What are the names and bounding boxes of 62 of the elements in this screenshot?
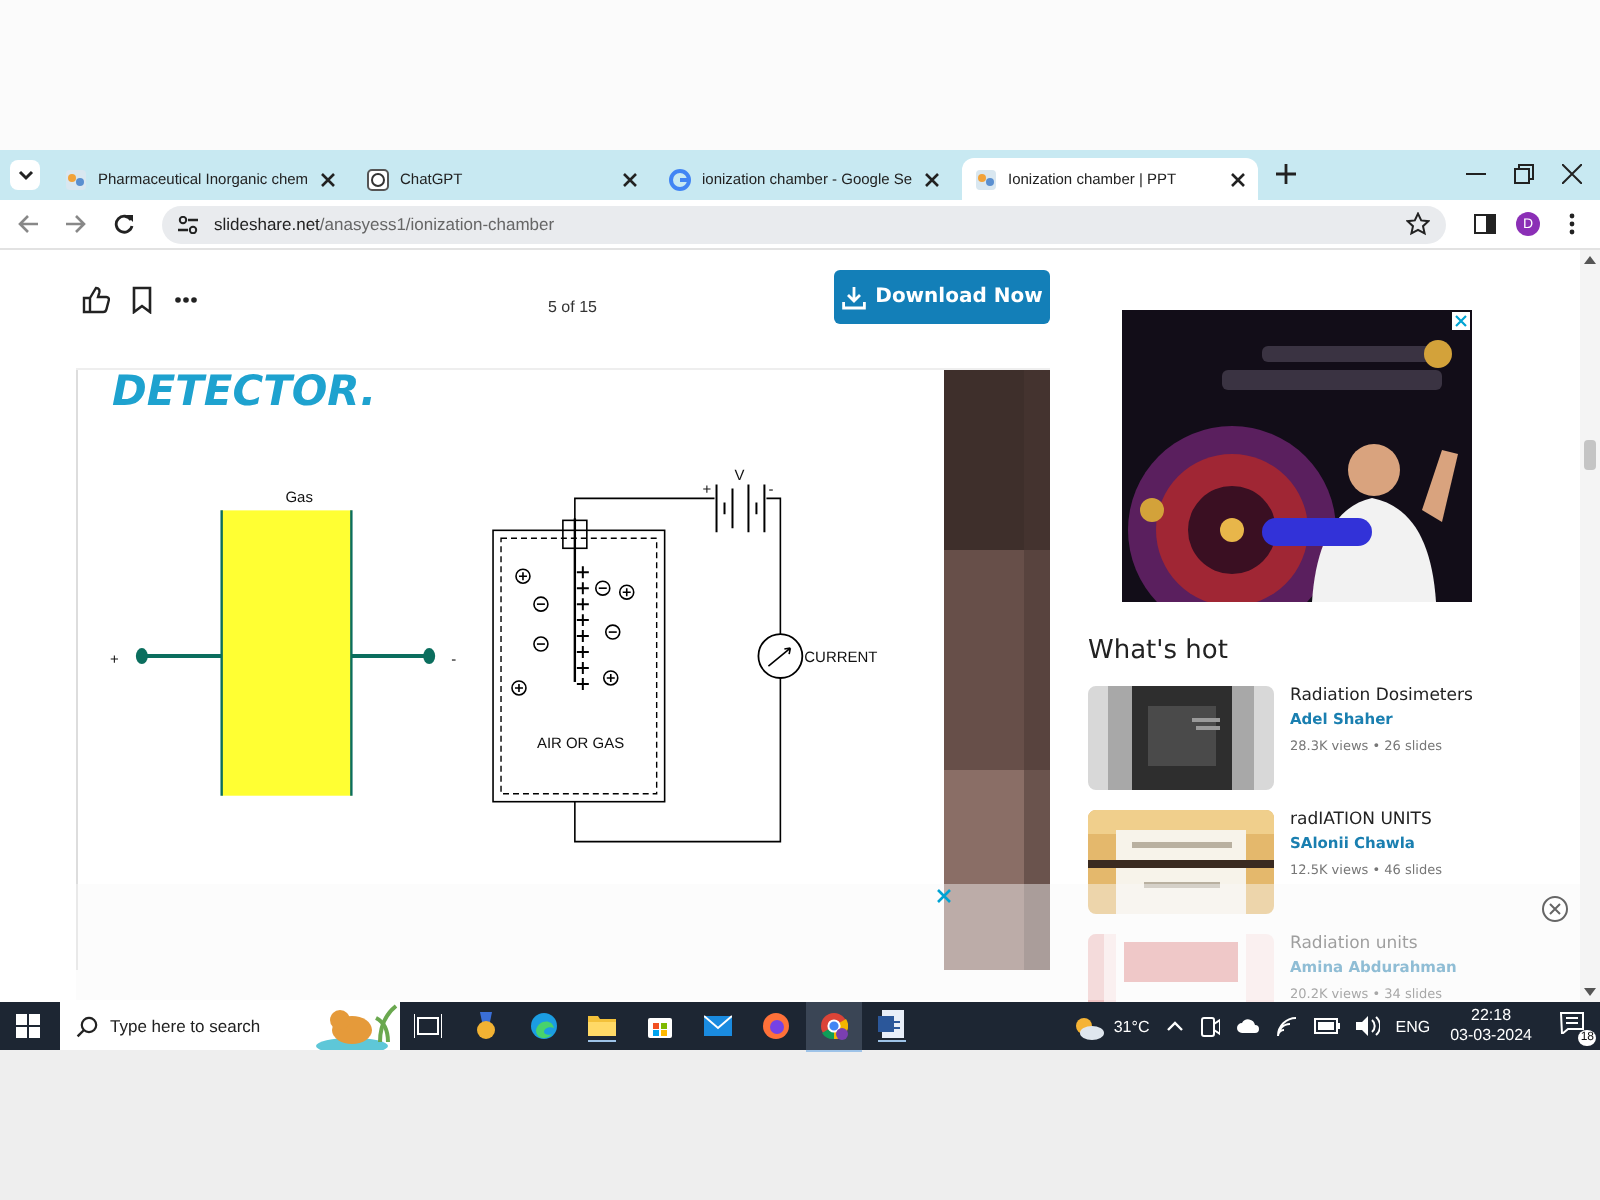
chrome-icon[interactable] <box>806 1001 862 1051</box>
weather-icon[interactable] <box>1071 1013 1104 1039</box>
restore-icon[interactable] <box>1514 164 1534 184</box>
clock-time[interactable]: 22:18 <box>1471 1006 1512 1026</box>
close-icon[interactable] <box>1230 171 1246 187</box>
download-button[interactable]: Download Now <box>834 270 1050 324</box>
side-panel-icon[interactable] <box>1474 214 1496 234</box>
forward-icon[interactable] <box>66 214 86 234</box>
url-path: /anasyess1/ionization-chamber <box>319 214 555 234</box>
close-icon[interactable] <box>924 171 940 187</box>
slide-heading: DETECTOR. <box>111 370 377 415</box>
site-icon <box>974 167 998 191</box>
back-icon[interactable] <box>18 214 38 234</box>
medal-icon[interactable] <box>472 1012 500 1040</box>
folder-icon[interactable] <box>588 1010 616 1042</box>
search-icon <box>76 1015 98 1037</box>
reload-icon[interactable] <box>114 214 134 234</box>
address-bar[interactable]: slideshare.net/anasyess1/ionization-chamber <box>162 205 1446 243</box>
site-settings-icon[interactable] <box>178 215 198 233</box>
tab-list-button[interactable] <box>10 160 40 190</box>
menu-icon[interactable] <box>1568 212 1576 236</box>
meter-drawing <box>757 633 804 679</box>
section-heading: What's hot <box>1088 636 1230 666</box>
star-icon[interactable] <box>1406 212 1430 236</box>
scroll-up-icon[interactable] <box>1584 256 1596 264</box>
caret-icon <box>17 169 33 181</box>
download-icon <box>841 285 866 309</box>
battery-icon[interactable] <box>1313 1018 1340 1034</box>
close-icon[interactable] <box>1562 164 1582 184</box>
presentation-title[interactable]: Radiation Dosimeters <box>1290 686 1473 706</box>
close-icon[interactable] <box>320 171 336 187</box>
search-bar[interactable]: Type here to search <box>60 1002 400 1050</box>
notification-icon <box>1560 1012 1584 1034</box>
temperature-text: 31°C <box>1113 1017 1150 1035</box>
thumbs-up-icon[interactable] <box>82 285 110 313</box>
browser-icon[interactable] <box>530 1012 558 1040</box>
close-icon[interactable] <box>622 171 638 187</box>
page-indicator: 5 of 15 <box>548 297 597 315</box>
scroll-down-icon[interactable] <box>1584 988 1596 996</box>
clock-date[interactable]: 03-03-2024 <box>1450 1026 1532 1046</box>
more-icon[interactable] <box>174 295 198 303</box>
search-engine-icon <box>668 167 692 191</box>
bookmark-icon[interactable] <box>132 285 152 313</box>
start-icon[interactable] <box>16 1014 40 1038</box>
cloud-icon[interactable] <box>1235 1018 1260 1034</box>
chat-icon <box>366 167 390 191</box>
store-icon[interactable] <box>646 1012 674 1040</box>
chevron-up-icon[interactable] <box>1165 1020 1184 1032</box>
volume-icon[interactable] <box>1355 1016 1380 1036</box>
url-domain: slideshare.net <box>214 214 320 234</box>
scrollbar-thumb[interactable] <box>1584 440 1596 470</box>
site-icon <box>64 167 88 191</box>
charge-drawing <box>511 565 635 696</box>
task-view-icon[interactable] <box>414 1012 442 1040</box>
language-indicator[interactable]: ENG <box>1395 1017 1431 1035</box>
firefox-icon[interactable] <box>762 1012 790 1040</box>
presentation-title[interactable]: radIATION UNITS <box>1290 810 1442 830</box>
document-icon[interactable] <box>878 1010 906 1042</box>
battery-drawing <box>715 483 766 534</box>
search-input[interactable]: Type here to search <box>110 1016 260 1036</box>
new-tab-icon[interactable] <box>1276 164 1296 184</box>
mail-icon[interactable] <box>704 1012 732 1040</box>
